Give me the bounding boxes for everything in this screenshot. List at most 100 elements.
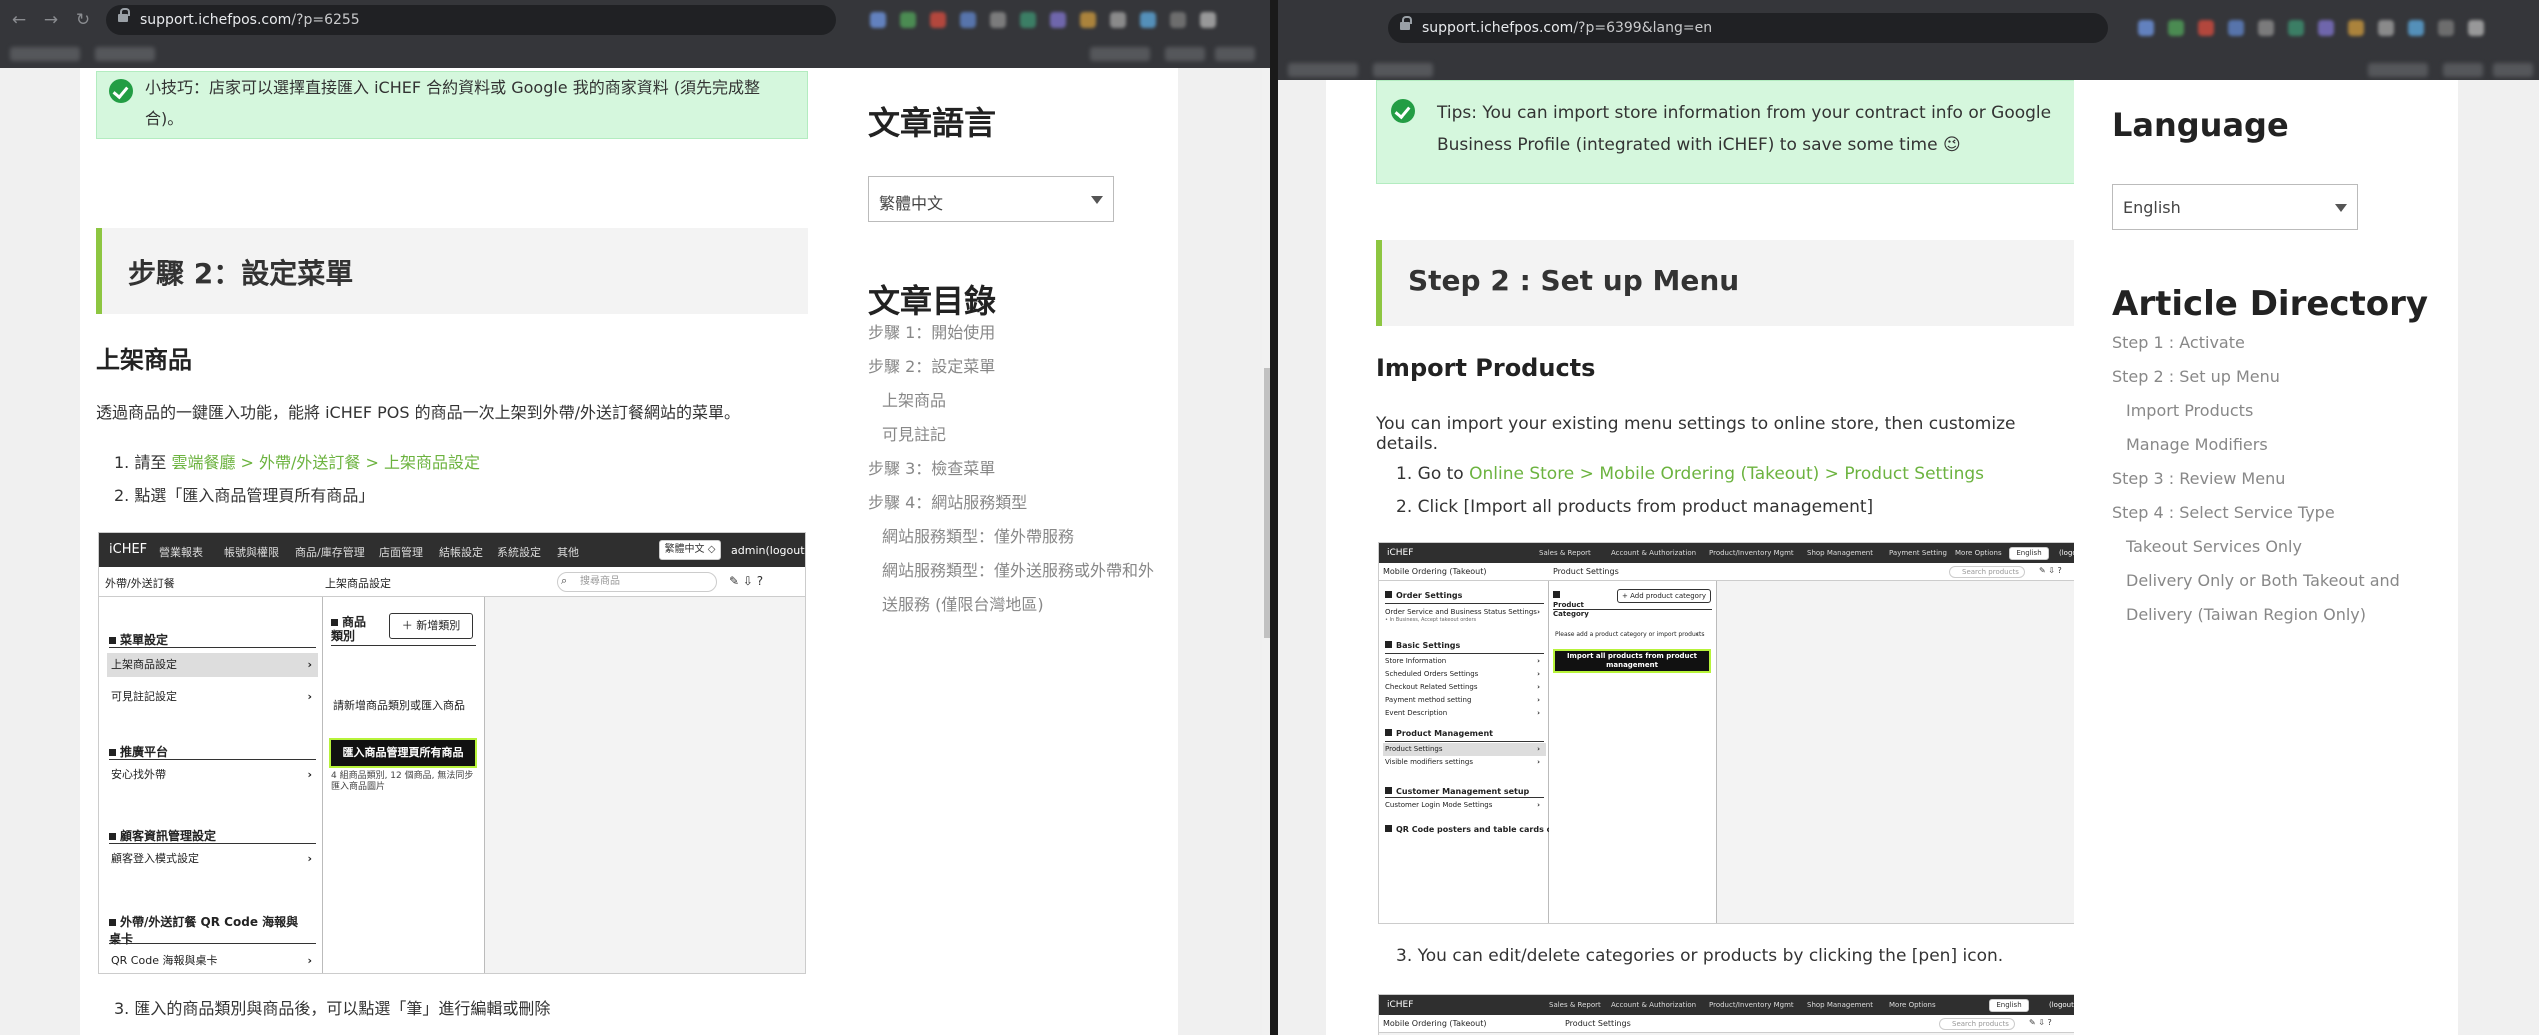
bookmark-item[interactable] — [1288, 63, 1358, 77]
step-item: 1. Go to Online Store > Mobile Ordering … — [1396, 464, 1985, 484]
bookmark-item[interactable] — [1215, 47, 1255, 61]
language-title: Language — [2112, 106, 2289, 144]
url-domain: support.ichefpos.com — [1422, 20, 1574, 36]
toc-title: Article Directory — [2112, 284, 2429, 324]
extension-icon[interactable] — [2408, 20, 2424, 36]
extension-icon[interactable] — [1200, 12, 1216, 28]
toc-item[interactable]: Step 3 : Review Menu — [2112, 462, 2412, 496]
step-item: 3. You can edit/delete categories or pro… — [1396, 946, 2004, 966]
tip-text: Tips: You can import store information f… — [1437, 103, 2052, 155]
back-icon[interactable]: ← — [8, 9, 30, 31]
extension-icon[interactable] — [870, 12, 886, 28]
extension-icon[interactable] — [990, 12, 1006, 28]
steps-list: 1. 請至 雲端餐廳 > 外帶/外送訂餐 > 上架商品設定 2. 點選「匯入商品… — [114, 446, 480, 512]
browser-toolbar: support.ichefpos.com/?p=6399&lang=en — [1278, 0, 2539, 56]
browser-toolbar: ← → ↻ support.ichefpos.com/?p=6255 — [0, 0, 1278, 40]
extension-icon[interactable] — [1110, 12, 1126, 28]
extension-icon[interactable] — [2468, 20, 2484, 36]
extension-icon[interactable] — [2228, 20, 2244, 36]
address-bar[interactable]: support.ichefpos.com/?p=6399&lang=en — [1388, 13, 2108, 43]
toc-item[interactable]: 步驟 1：開始使用 — [868, 316, 1158, 350]
bookmark-item[interactable] — [1373, 63, 1433, 77]
intro-paragraph: 透過商品的一鍵匯入功能，能將 iCHEF POS 的商品一次上架到外帶/外送訂餐… — [96, 403, 741, 422]
article-sidebar: 文章語言 繁體中文 文章目錄 步驟 1：開始使用 步驟 2：設定菜單 上架商品 可見註… — [828, 68, 1178, 1035]
extension-icon[interactable] — [900, 12, 916, 28]
extension-icon[interactable] — [2438, 20, 2454, 36]
toc-subitem[interactable]: 可見註記 — [868, 418, 1158, 452]
forward-icon[interactable]: → — [40, 9, 62, 31]
extension-icon[interactable] — [1050, 12, 1066, 28]
toc-subitem[interactable]: 網站服務類型：僅外帶服務 — [868, 520, 1158, 554]
bookmark-item[interactable] — [2443, 63, 2483, 77]
bookmark-item[interactable] — [10, 47, 80, 61]
toc-item[interactable]: Step 4 : Select Service Type — [2112, 496, 2412, 530]
nav-path-link[interactable]: Online Store > Mobile Ordering (Takeout)… — [1469, 464, 1984, 484]
extension-icon[interactable] — [2288, 20, 2304, 36]
toc-item[interactable]: Step 1 : Activate — [2112, 326, 2412, 360]
extension-icons — [2138, 20, 2484, 36]
bookmark-item[interactable] — [2493, 63, 2533, 77]
app-category-panel: 商品類別 ＋ 新增類別 請新增商品類別或匯入商品 匯入商品管理頁所有商品 4 組… — [323, 597, 485, 973]
extension-icon[interactable] — [2348, 20, 2364, 36]
toc-subitem[interactable]: Import Products — [2112, 394, 2412, 428]
extension-icon[interactable] — [2198, 20, 2214, 36]
extension-icon[interactable] — [1140, 12, 1156, 28]
app-subbar: Mobile Ordering (Takeout) Product Settin… — [1379, 563, 2074, 581]
extension-icons — [870, 12, 1216, 28]
url-path: /?p=6399&lang=en — [1573, 20, 1713, 36]
extension-icon[interactable] — [2168, 20, 2184, 36]
toc-item[interactable]: 步驟 4：網站服務類型 — [868, 486, 1158, 520]
language-select[interactable]: 繁體中文 — [868, 176, 1114, 222]
step-heading: 步驟 2：設定菜單 — [96, 228, 808, 314]
bookmark-item[interactable] — [1090, 47, 1150, 61]
toc-subitem[interactable]: Takeout Services Only — [2112, 530, 2412, 564]
step-item: 1. 請至 雲端餐廳 > 外帶/外送訂餐 > 上架商品設定 — [114, 453, 481, 472]
chevron-down-icon — [1091, 196, 1103, 204]
subheading: 上架商品 — [96, 346, 192, 374]
toc-item[interactable]: 步驟 3：檢查菜單 — [868, 452, 1158, 486]
bookmark-item[interactable] — [95, 47, 155, 61]
step-heading: Step 2 : Set up Menu — [1376, 240, 2074, 326]
extension-icon[interactable] — [2138, 20, 2154, 36]
browser-window-en: support.ichefpos.com/?p=6399&lang=en Tip… — [1278, 0, 2539, 1035]
bookmarks-bar — [0, 40, 1278, 68]
step-heading-text: 步驟 2：設定菜單 — [128, 257, 354, 290]
language-title: 文章語言 — [868, 104, 997, 142]
extension-icon[interactable] — [2258, 20, 2274, 36]
tip-text: 小技巧：店家可以選擇直接匯入 iCHEF 合約資料或 Google 我的商家資料… — [145, 78, 761, 128]
extension-icon[interactable] — [960, 12, 976, 28]
url-domain: support.ichefpos.com — [140, 12, 292, 28]
embedded-screenshot-en: iCHEF Sales & Report Account & Authoriza… — [1378, 542, 2074, 924]
extension-icon[interactable] — [1080, 12, 1096, 28]
bookmark-item[interactable] — [1165, 47, 1205, 61]
language-select[interactable]: English — [2112, 184, 2358, 230]
embedded-screenshot-en-2: iCHEF Sales & Report Account & Authoriza… — [1378, 994, 2074, 1035]
step-item: 2. Click [Import all products from produ… — [1396, 497, 1874, 517]
toc-subitem[interactable]: 網站服務類型：僅外送服務或外帶和外送服務 (僅限台灣地區) — [868, 554, 1158, 622]
address-bar[interactable]: support.ichefpos.com/?p=6255 — [106, 5, 836, 35]
reload-icon[interactable]: ↻ — [72, 9, 94, 31]
bookmarks-bar — [1278, 56, 2539, 80]
article-main: 小技巧：店家可以選擇直接匯入 iCHEF 合約資料或 Google 我的商家資料… — [80, 68, 828, 1035]
step-heading-text: Step 2 : Set up Menu — [1408, 264, 1740, 297]
extension-icon[interactable] — [1170, 12, 1186, 28]
embedded-screenshot-zh: iCHEF 營業報表 帳號與權限 商品/庫存管理 店面管理 結帳設定 系統設定 … — [98, 532, 806, 974]
article-main: Tips: You can import store information f… — [1326, 80, 2074, 1035]
extension-icon[interactable] — [930, 12, 946, 28]
app-left-menu: 菜單設定 上架商品設定 可見註記設定 推廣平台 安心找外帶 顧客資訊管理設定 顧… — [99, 597, 323, 973]
toc-subitem[interactable]: Manage Modifiers — [2112, 428, 2412, 462]
toc-item[interactable]: 步驟 2：設定菜單 — [868, 350, 1158, 384]
toc-subitem[interactable]: Delivery Only or Both Takeout and Delive… — [2112, 564, 2412, 632]
extension-icon[interactable] — [2378, 20, 2394, 36]
toc-subitem[interactable]: 上架商品 — [868, 384, 1158, 418]
app-category-panel: Product Category + Add product category … — [1549, 581, 1717, 923]
toc-item[interactable]: Step 2 : Set up Menu — [2112, 360, 2412, 394]
nav-path-link[interactable]: 雲端餐廳 > 外帶/外送訂餐 > 上架商品設定 — [171, 453, 480, 472]
article-sidebar: Language English Article Directory Step … — [2074, 80, 2458, 1035]
extension-icon[interactable] — [2318, 20, 2334, 36]
bookmark-item[interactable] — [2368, 63, 2428, 77]
intro-paragraph: You can import your existing menu settin… — [1376, 414, 2016, 454]
toolbar-icons: ✎ ⇩ ? — [2029, 1018, 2052, 1027]
language-select-value: 繁體中文 — [879, 194, 944, 213]
extension-icon[interactable] — [1020, 12, 1036, 28]
